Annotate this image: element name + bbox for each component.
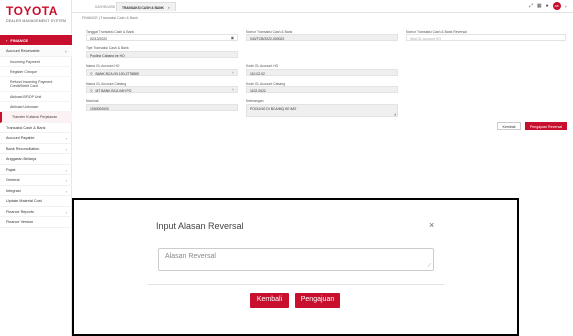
calendar-icon[interactable]: ▣ <box>231 36 234 40</box>
sidebar-item-account-payable[interactable]: Account Payable › <box>0 133 72 144</box>
nomor-reversal-field[interactable]: Nilai GL Account HO <box>406 34 566 41</box>
tab-transaksi-cash-bank[interactable]: TRANSAKSI CASH & BANK × <box>116 2 176 11</box>
kode-ho-field: 110.02.02 <box>246 69 398 76</box>
search-icon: ⚲ <box>90 88 93 93</box>
chevron-right-icon: › <box>65 167 67 173</box>
sidebar-item-label: Integrasi <box>6 188 21 193</box>
kembali-button[interactable]: Kembali <box>497 122 521 130</box>
notification-icon[interactable]: ● <box>546 3 549 9</box>
chevron-right-icon: › <box>65 178 67 184</box>
sidebar-item-transaksi-cash-bank[interactable]: Transaksi Cash & Bank <box>0 123 72 134</box>
chevron-right-icon: › <box>65 146 67 152</box>
kode-ho-label: Kode GL Account HO <box>246 64 279 68</box>
sidebar-menu: Account Receivable ˄ Incoming Payment Re… <box>0 46 72 228</box>
kode-cabang-field: 1102.0022 <box>246 86 398 93</box>
keterangan-value: POOLING DI BCA/MQ KE 8AT <box>250 106 297 111</box>
submenu-item-aktivasi-bf-dp[interactable]: Aktivasi BF/DP Unit <box>0 92 72 102</box>
chevron-down-icon: ˅ <box>232 88 234 92</box>
nominal-field: 1000000000 <box>86 104 238 111</box>
sidebar-section-label: FINANCE <box>10 38 29 43</box>
submenu-item-register-cheque[interactable]: Register Cheque <box>0 67 72 78</box>
grid-icon[interactable]: ▦ <box>537 3 542 9</box>
sidebar-item-bank-reconciliation[interactable]: Bank Reconciliation › <box>0 144 72 155</box>
sidebar-item-update-material-cost[interactable]: Update Material Cost <box>0 196 72 207</box>
chevron-up-icon: ˄ <box>64 49 67 54</box>
keterangan-field: POOLING DI BCA/MQ KE 8AT ◢ <box>246 104 398 117</box>
tab-label: DASHBOARD <box>95 5 116 9</box>
tipe-value: Pooling Cabang ke HO <box>90 53 125 58</box>
gl-cabang-select[interactable]: ⚲ MT BANK BCA (MH PO ˅ <box>86 86 238 93</box>
sidebar-item-integrasi[interactable]: Integrasi › <box>0 186 72 197</box>
sidebar-submenu: Incoming Payment Register Cheque Refund … <box>0 57 72 123</box>
brand-logo[interactable]: TOYOTA DEALER MANAGEMENT SYSTEM <box>0 0 71 28</box>
sidebar-item-account-receivable[interactable]: Account Receivable ˄ <box>0 46 72 57</box>
tipe-field: Pooling Cabang ke HO <box>86 51 238 58</box>
chevron-right-icon: › <box>65 136 67 142</box>
resize-grip-icon: ◢ <box>393 112 396 116</box>
modal-title: Input Alasan Reversal <box>156 221 244 231</box>
nomor-field: 040/TCB/2022-000022 <box>246 34 398 41</box>
nominal-label: Nominal <box>86 99 99 103</box>
modal-kembali-button[interactable]: Kembali <box>250 293 289 308</box>
sidebar-item-label: Finance Reports <box>6 209 34 214</box>
nomor-reversal-placeholder: Nilai GL Account HO <box>410 36 441 41</box>
sidebar-section-finance[interactable]: ‹ FINANCE <box>0 35 72 45</box>
pengajuan-reversal-button[interactable]: Pengajuan Reversal <box>525 122 567 130</box>
alasan-reversal-input[interactable]: Alasan Reversal ⟋ <box>158 248 434 271</box>
sidebar-item-label: Finance Version <box>6 220 34 225</box>
chevron-down-icon: ˅ <box>232 71 234 75</box>
nomor-value: 040/TCB/2022-000022 <box>250 36 285 41</box>
gl-cabang-value: MT BANK BCA (MH PO <box>95 88 132 93</box>
nominal-value: 1000000000 <box>90 106 109 111</box>
sidebar-item-finance-reports[interactable]: Finance Reports › <box>0 207 72 218</box>
chevron-down-icon[interactable]: ˅ <box>565 4 567 9</box>
modal-divider <box>148 284 444 285</box>
gl-ho-label: Nama GL Account HO <box>86 64 120 68</box>
alasan-reversal-placeholder: Alasan Reversal <box>165 253 216 260</box>
sidebar-item-general[interactable]: General › <box>0 175 72 186</box>
kode-ho-value: 110.02.02 <box>250 71 265 76</box>
submenu-item-incoming-payment[interactable]: Incoming Payment <box>0 57 72 67</box>
brand-name: TOYOTA <box>6 4 58 18</box>
sidebar-item-label: Pajak <box>6 167 16 172</box>
resize-grip-icon[interactable]: ⟋ <box>427 263 431 269</box>
sidebar-item-label: Anggaran Belanja <box>6 157 37 162</box>
chevron-right-icon: › <box>65 188 67 194</box>
close-tab-icon[interactable]: × <box>168 6 170 10</box>
expand-icon[interactable]: ⤢ <box>529 3 533 9</box>
close-icon[interactable]: × <box>429 220 434 230</box>
gl-ho-select[interactable]: ⚲ BANK BCA (IN 100-2778889 ˅ <box>86 69 238 76</box>
submenu-item-aktivasi-unknown[interactable]: Aktivasi Unknown <box>0 102 72 113</box>
top-icons: ⤢ ▦ ● AB ˅ <box>529 2 567 10</box>
search-icon: ⚲ <box>90 71 93 76</box>
sidebar-item-label: Account Receivable <box>6 49 40 53</box>
top-bar: DASHBOARD TRANSAKSI CASH & BANK × ⤢ ▦ ● A… <box>72 0 573 13</box>
avatar[interactable]: AB <box>552 2 561 10</box>
chevron-left-icon: ‹ <box>6 38 8 43</box>
submenu-item-refund-incoming-payment[interactable]: Refund Incoming Payment Credit/Debit Car… <box>0 77 72 92</box>
kode-cabang-value: 1102.0022 <box>250 88 266 93</box>
breadcrumb: FINANCE | Transaksi Cash & Bank <box>82 16 139 20</box>
tab-label: TRANSAKSI CASH & BANK <box>122 6 164 10</box>
tanggal-field[interactable]: 02/12/2022 ▣ <box>86 34 238 41</box>
sidebar-item-anggaran-belanja[interactable]: Anggaran Belanja <box>0 154 72 165</box>
sidebar: TOYOTA DEALER MANAGEMENT SYSTEM ‹ FINANCE… <box>0 0 72 336</box>
brand-tagline: DEALER MANAGEMENT SYSTEM <box>6 19 67 23</box>
sidebar-item-finance-version[interactable]: Finance Version <box>0 217 72 228</box>
submenu-item-transfer-kuitansi[interactable]: Transfer Kuitansi Perjalanan <box>0 112 72 123</box>
sidebar-item-label: General <box>6 178 20 183</box>
sidebar-item-pajak[interactable]: Pajak › <box>0 165 72 176</box>
sidebar-item-label: Update Material Cost <box>6 199 42 204</box>
modal-pengajuan-button[interactable]: Pengajuan <box>295 293 340 308</box>
sidebar-item-label: Account Payable <box>6 136 35 141</box>
chevron-right-icon: › <box>65 209 67 215</box>
tanggal-value: 02/12/2022 <box>90 36 107 41</box>
keterangan-label: Keterangan <box>246 99 264 103</box>
tipe-label: Tipe Transaksi Cash & Bank <box>86 46 129 50</box>
reversal-modal: Input Alasan Reversal × Alasan Reversal … <box>72 198 519 336</box>
gl-ho-value: BANK BCA (IN 100-2778889 <box>95 71 139 76</box>
sidebar-item-label: Transaksi Cash & Bank <box>6 125 46 130</box>
sidebar-item-label: Bank Reconciliation <box>6 146 40 151</box>
